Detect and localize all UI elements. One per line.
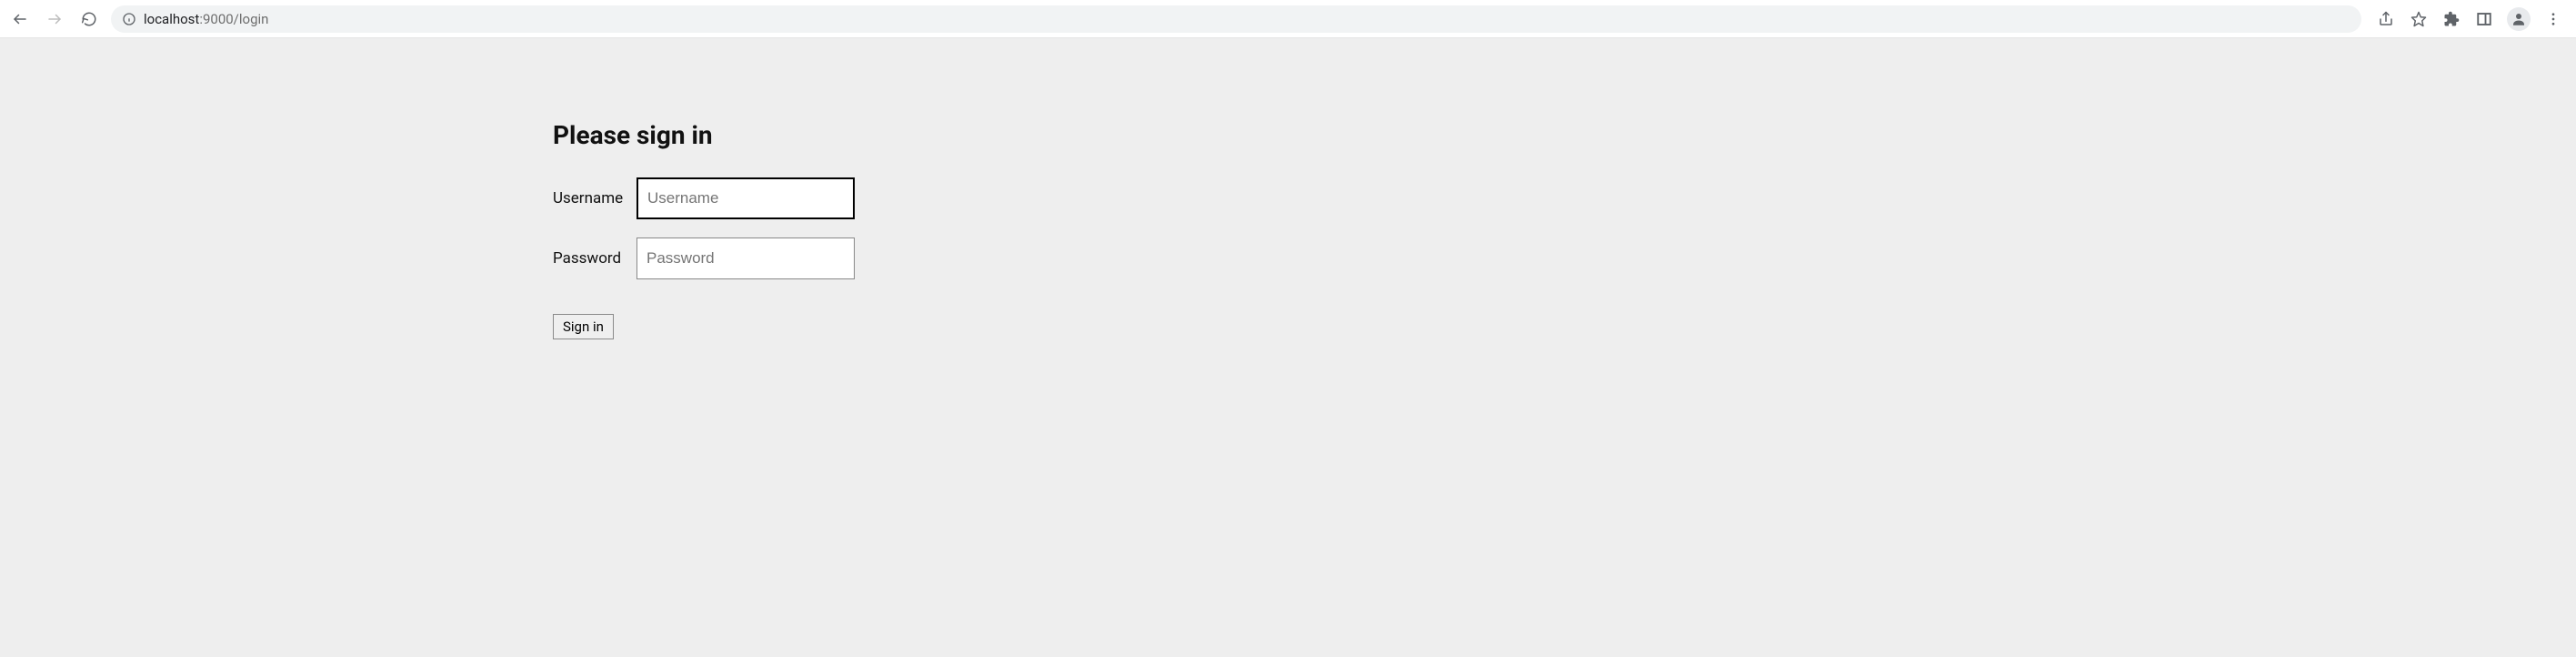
reload-button[interactable] (76, 6, 102, 32)
site-info-icon[interactable] (122, 12, 136, 26)
password-row: Password (553, 238, 862, 279)
browser-toolbar: localhost:9000/login (0, 0, 2576, 38)
menu-button[interactable] (2543, 9, 2563, 29)
address-url: localhost:9000/login (144, 11, 268, 27)
star-icon (2411, 11, 2427, 27)
arrow-right-icon (46, 11, 63, 27)
reload-icon (81, 11, 97, 27)
login-form: Please sign in Username Password Sign in (553, 120, 862, 339)
panel-icon (2476, 11, 2492, 27)
username-input[interactable] (636, 177, 855, 219)
password-label: Password (553, 249, 636, 268)
person-icon (2511, 11, 2527, 27)
signin-button[interactable]: Sign in (553, 314, 614, 339)
username-row: Username (553, 177, 862, 219)
share-button[interactable] (2376, 9, 2396, 29)
kebab-icon (2545, 11, 2561, 27)
share-icon (2378, 11, 2394, 27)
bookmark-button[interactable] (2409, 9, 2429, 29)
toolbar-right (2371, 7, 2569, 31)
address-bar[interactable]: localhost:9000/login (111, 5, 2361, 33)
puzzle-icon (2443, 11, 2460, 27)
username-label: Username (553, 189, 636, 207)
password-input[interactable] (636, 238, 855, 279)
page-title: Please sign in (553, 120, 862, 150)
forward-button[interactable] (42, 6, 67, 32)
page-content: Please sign in Username Password Sign in (0, 38, 2576, 657)
back-button[interactable] (7, 6, 33, 32)
arrow-left-icon (12, 11, 28, 27)
side-panel-button[interactable] (2474, 9, 2494, 29)
extensions-button[interactable] (2441, 9, 2461, 29)
profile-button[interactable] (2507, 7, 2531, 31)
